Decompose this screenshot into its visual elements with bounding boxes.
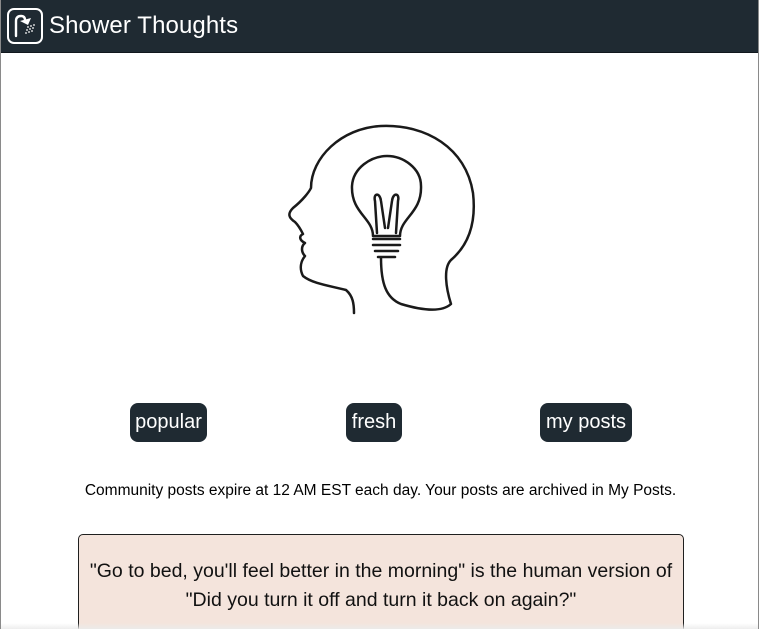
- head-lightbulb-icon: [281, 118, 481, 318]
- app-window: Shower Thoughts popular fresh my posts C…: [0, 0, 759, 629]
- shower-head-icon[interactable]: [7, 8, 43, 44]
- fresh-button[interactable]: fresh: [346, 403, 402, 442]
- app-title[interactable]: Shower Thoughts: [49, 12, 238, 40]
- top-bar: Shower Thoughts: [1, 0, 758, 53]
- scroll-fade: [1, 623, 758, 629]
- post-card[interactable]: "Go to bed, you'll feel better in the mo…: [78, 534, 684, 629]
- popular-button[interactable]: popular: [130, 403, 207, 442]
- my-posts-button[interactable]: my posts: [540, 403, 632, 442]
- post-text: "Go to bed, you'll feel better in the mo…: [89, 560, 673, 611]
- expiry-notice: Community posts expire at 12 AM EST each…: [84, 482, 677, 499]
